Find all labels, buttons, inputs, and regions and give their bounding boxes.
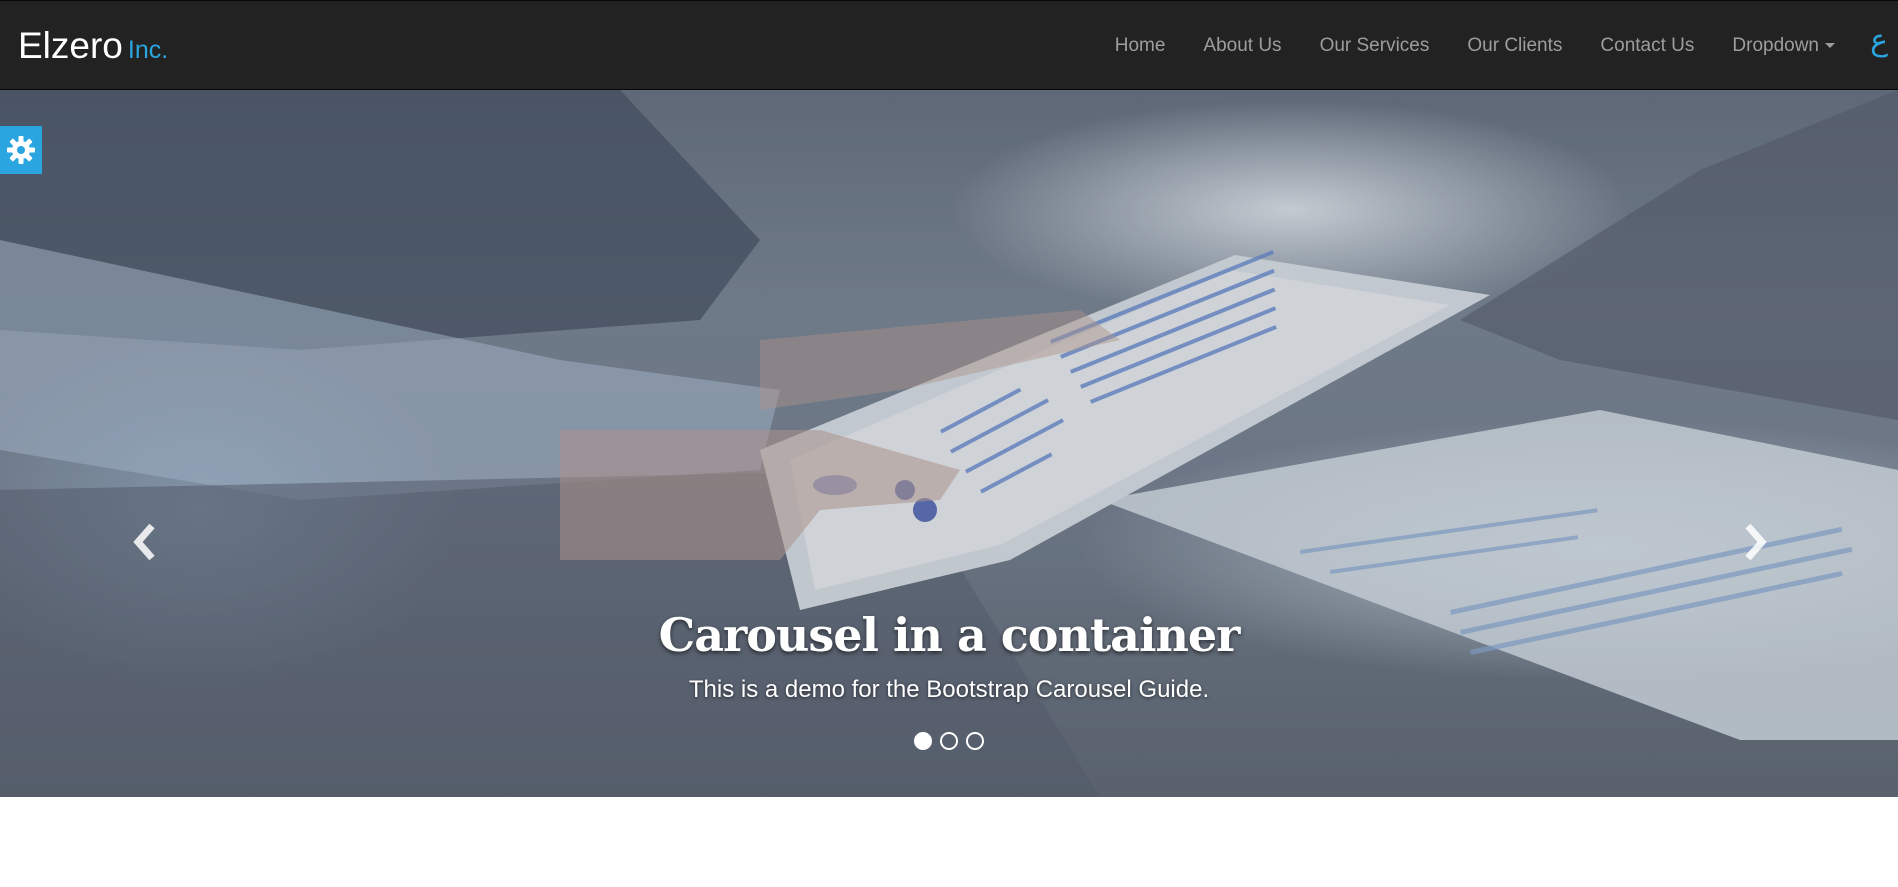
carousel-next-button[interactable] xyxy=(1734,518,1774,566)
nav-home[interactable]: Home xyxy=(1096,35,1185,57)
language-switch-link[interactable]: ع xyxy=(1870,23,1888,58)
nav-dropdown-label: Dropdown xyxy=(1732,34,1819,56)
hero-carousel: Carousel in a container This is a demo f… xyxy=(0,90,1898,797)
nav-our-services[interactable]: Our Services xyxy=(1301,35,1449,57)
carousel-indicator-3[interactable] xyxy=(966,732,984,750)
nav-our-clients[interactable]: Our Clients xyxy=(1448,35,1581,57)
nav-menu: Home About Us Our Services Our Clients C… xyxy=(1096,1,1854,90)
nav-about-us[interactable]: About Us xyxy=(1184,35,1300,57)
navbar: Elzero Inc. Home About Us Our Services Ou… xyxy=(0,0,1898,90)
carousel-caption-title: Carousel in a container xyxy=(658,608,1241,662)
carousel-indicator-1[interactable] xyxy=(914,732,932,750)
brand-name: Elzero xyxy=(18,25,123,66)
carousel-indicator-2[interactable] xyxy=(940,732,958,750)
carousel-caption-text: This is a demo for the Bootstrap Carouse… xyxy=(688,676,1210,703)
settings-toggle-button[interactable] xyxy=(0,126,42,174)
gear-icon xyxy=(7,136,35,164)
brand-logo[interactable]: Elzero Inc. xyxy=(18,25,168,67)
chevron-right-icon xyxy=(1745,523,1767,561)
nav-dropdown[interactable]: Dropdown xyxy=(1713,35,1854,57)
carousel-indicators xyxy=(0,732,1898,750)
caret-down-icon xyxy=(1825,43,1835,48)
chevron-left-icon xyxy=(133,523,155,561)
nav-contact-us[interactable]: Contact Us xyxy=(1581,35,1713,57)
carousel-prev-button[interactable] xyxy=(126,518,166,566)
brand-suffix: Inc. xyxy=(127,36,169,64)
